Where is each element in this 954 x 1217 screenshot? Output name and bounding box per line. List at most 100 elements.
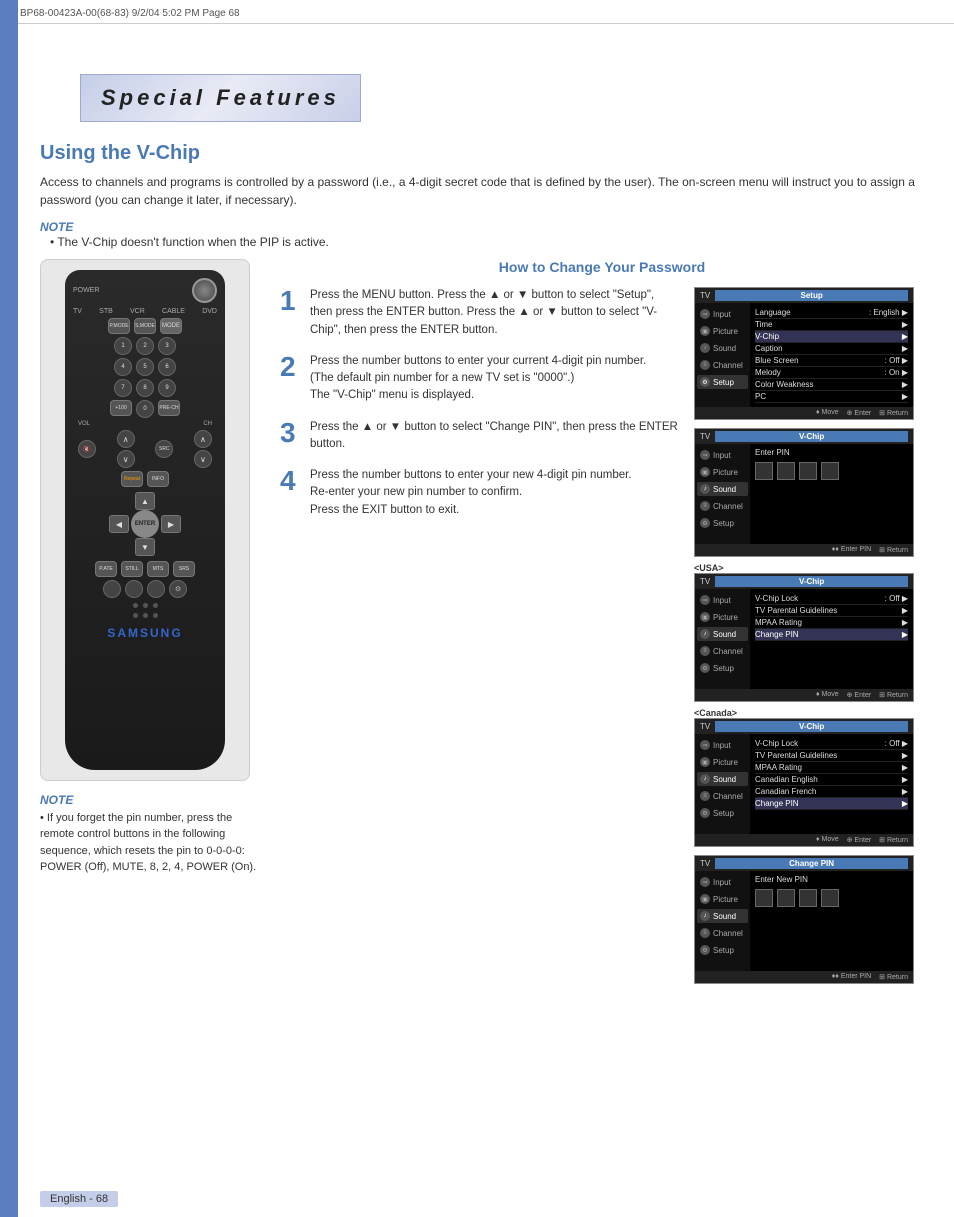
step-1-number: 1 <box>280 287 300 315</box>
fn-btn-3[interactable] <box>147 580 165 598</box>
btn-6[interactable]: 6 <box>158 358 176 376</box>
nav-down[interactable]: ▼ <box>135 538 155 556</box>
melody-value: : On ▶ <box>885 368 909 377</box>
screen1-footer: ♦ Move ⊕ Enter ⊞ Return <box>695 407 913 419</box>
screen5-item-channel: ≡Channel <box>697 926 748 940</box>
screen1-item-picture: ▣ Picture <box>697 324 748 338</box>
remote-body: POWER TV STB VCR CABLE DVD P.MODE S <box>65 270 225 770</box>
screen3-content: V-Chip Lock : Off ▶ TV Parental Guidelin… <box>750 589 913 689</box>
fn-btn-1[interactable] <box>103 580 121 598</box>
new-pin-box-4 <box>821 889 839 907</box>
repeat-button[interactable]: Repeat <box>121 471 143 487</box>
srs-button[interactable]: SRS <box>173 561 195 577</box>
screen3-body: ⇒Input ▣Picture ♪Sound ≡Channel ⚙Setup V… <box>695 589 913 689</box>
btn-prech[interactable]: PRE-CH <box>158 400 180 416</box>
mode-button[interactable]: MODE <box>160 318 182 334</box>
source-button[interactable]: SRC <box>155 440 173 458</box>
screen3-item-setup: ⚙Setup <box>697 661 748 675</box>
ch-down[interactable]: ∨ <box>194 450 212 468</box>
screen1-channel-label: Channel <box>713 361 743 370</box>
screen4-row-vchiplock: V-Chip Lock : Off ▶ <box>755 738 908 750</box>
dot-5 <box>143 613 148 618</box>
pjate-button[interactable]: P.ATE <box>95 561 117 577</box>
bottom-note-block: NOTE • If you forget the pin number, pre… <box>40 791 260 876</box>
footer-return: ⊞ Return <box>879 409 908 417</box>
btn-7[interactable]: 7 <box>114 379 132 397</box>
bottom-note-label: NOTE <box>40 793 73 807</box>
vcr-label: VCR <box>130 308 145 315</box>
picture-icon: ▣ <box>700 326 710 336</box>
pc-label: PC <box>755 392 766 401</box>
info-button[interactable]: INFO <box>147 471 169 487</box>
btn-9[interactable]: 9 <box>158 379 176 397</box>
new-pin-box-2 <box>777 889 795 907</box>
ch-up[interactable]: ∧ <box>194 430 212 448</box>
screen3-item-input: ⇒Input <box>697 593 748 607</box>
screen5-tv-label: TV <box>700 859 710 868</box>
pin-box-1 <box>755 462 773 480</box>
still-button[interactable]: STILL <box>121 561 143 577</box>
screen4-header: V-Chip <box>715 721 908 732</box>
screen3-row-changepin: Change PIN ▶ <box>755 629 908 641</box>
bluescreen-value: : Off ▶ <box>885 356 908 365</box>
step-2-number: 2 <box>280 353 300 381</box>
tv-label: TV <box>73 308 82 315</box>
screen2-item-setup: ⚙Setup <box>697 516 748 530</box>
screen5-sidebar: ⇒Input ▣Picture ♪Sound ≡Channel ⚙Setup <box>695 871 750 971</box>
nav-middle-row: ◀ ENTER ▶ <box>109 510 181 538</box>
screen1-sidebar: ⇒ Input ▣ Picture ♪ Sound <box>695 303 750 407</box>
step-4-text: Press the number buttons to enter your n… <box>310 467 679 519</box>
smode-button[interactable]: S.MODE <box>134 318 156 334</box>
btn-0[interactable]: 0 <box>136 400 154 418</box>
screen-vchip-pin: TV V-Chip ⇒Input ▣Picture ♪Sound ≡Channe… <box>694 428 914 557</box>
screen1-row-pc: PC ▶ <box>755 391 908 403</box>
screen1-picture-label: Picture <box>713 327 738 336</box>
step-2-text: Press the number buttons to enter your c… <box>310 353 679 405</box>
btn-8[interactable]: 8 <box>136 379 154 397</box>
screen5-item-picture: ▣Picture <box>697 892 748 906</box>
screen5-item-sound: ♪Sound <box>697 909 748 923</box>
fn-btn-4[interactable]: ⊙ <box>169 580 187 598</box>
enter-button[interactable]: ENTER <box>131 510 159 538</box>
ch-controls: ∧ ∨ <box>194 430 212 468</box>
screen1-row-language: Language : English ▶ <box>755 307 908 319</box>
vchip-arrow: ▶ <box>902 332 908 341</box>
vol-down[interactable]: ∨ <box>117 450 135 468</box>
btn-1[interactable]: 1 <box>114 337 132 355</box>
canenglish-arrow: ▶ <box>902 775 908 784</box>
screen4-item-setup: ⚙Setup <box>697 806 748 820</box>
nav-up-row: ▲ <box>135 492 155 510</box>
screen4-sidebar: ⇒Input ▣Picture ♪Sound ≡Channel ⚙Setup <box>695 734 750 834</box>
nav-up[interactable]: ▲ <box>135 492 155 510</box>
btn-100[interactable]: +100 <box>110 400 132 416</box>
screen3-item-picture: ▣Picture <box>697 610 748 624</box>
right-column: How to Change Your Password 1 Press the … <box>280 259 924 984</box>
power-button[interactable] <box>192 278 217 303</box>
screen4-row-tvpg: TV Parental Guidelines ▶ <box>755 750 908 762</box>
melody-label: Melody <box>755 368 781 377</box>
btn-4[interactable]: 4 <box>114 358 132 376</box>
remote-top: POWER <box>73 278 217 303</box>
btn-3[interactable]: 3 <box>158 337 176 355</box>
screen2-item-picture: ▣Picture <box>697 465 748 479</box>
btn-2[interactable]: 2 <box>136 337 154 355</box>
fn-btn-2[interactable] <box>125 580 143 598</box>
dot-3 <box>153 603 158 608</box>
mute-button[interactable]: 🔇 <box>78 440 96 458</box>
time-arrow: ▶ <box>902 320 908 329</box>
mts-button[interactable]: MTS <box>147 561 169 577</box>
btn-5[interactable]: 5 <box>136 358 154 376</box>
dot-6 <box>153 613 158 618</box>
nav-right[interactable]: ▶ <box>161 515 181 533</box>
mute-area: 🔇 ∧ ∨ SRC ∧ ∨ <box>73 430 217 468</box>
steps-and-screens: 1 Press the MENU button. Press the ▲ or … <box>280 287 924 984</box>
bottom-row-2: ⊙ <box>73 580 217 598</box>
nav-left[interactable]: ◀ <box>109 515 129 533</box>
tvpg-label: TV Parental Guidelines <box>755 606 837 615</box>
new-pin-box-1 <box>755 889 773 907</box>
num-row-0: +100 0 PRE-CH <box>73 400 217 418</box>
screen5-footer: ♦♦ Enter PIN ⊞ Return <box>695 971 913 983</box>
vol-up[interactable]: ∧ <box>117 430 135 448</box>
pmode-button[interactable]: P.MODE <box>108 318 130 334</box>
screen5-body: ⇒Input ▣Picture ♪Sound ≡Channel ⚙Setup E… <box>695 871 913 971</box>
